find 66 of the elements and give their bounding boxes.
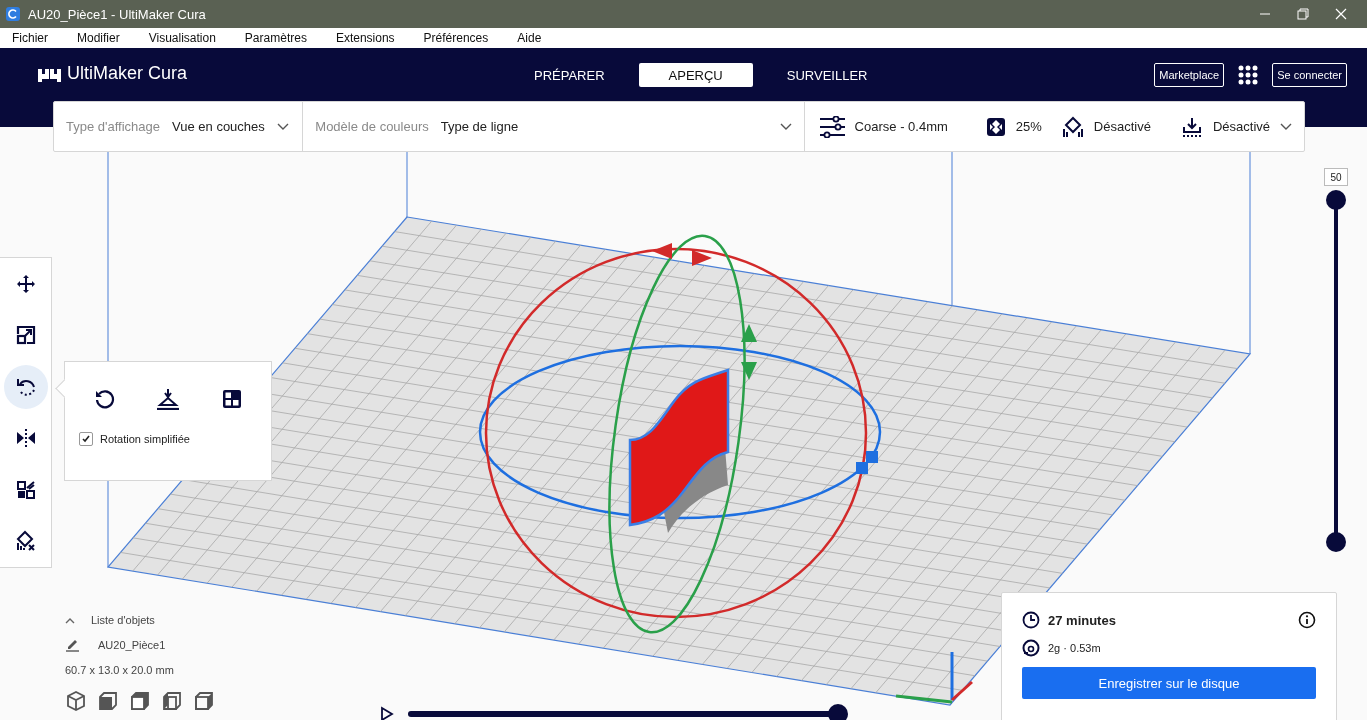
top-view-icon[interactable]: [129, 690, 151, 712]
checkbox-label: Rotation simplifiée: [100, 433, 190, 445]
slider-handle[interactable]: [828, 704, 848, 720]
support-icon: [1061, 115, 1084, 138]
save-button[interactable]: Enregistrer sur le disque: [1022, 667, 1316, 699]
stage-tab[interactable]: SURVEILLER: [764, 63, 890, 87]
marketplace-button[interactable]: Marketplace: [1154, 63, 1225, 87]
menu-item[interactable]: Préférences: [415, 31, 497, 45]
stage-tab[interactable]: APERÇU: [638, 63, 753, 87]
front-view-icon[interactable]: [97, 690, 119, 712]
close-icon[interactable]: [1335, 8, 1347, 20]
clock-icon: [1022, 611, 1040, 629]
spool-icon: [1022, 639, 1040, 657]
menu-item[interactable]: Visualisation: [140, 31, 224, 45]
chevron-icon[interactable]: [65, 616, 75, 624]
lay-flat-icon[interactable]: [156, 388, 180, 410]
app-logo-text: UltiMaker Cura: [67, 63, 188, 84]
adhesion-icon: [1180, 115, 1203, 138]
profile-text: Coarse - 0.4mm: [854, 119, 948, 134]
left-view-icon[interactable]: [161, 690, 183, 712]
reset-icon[interactable]: [93, 388, 115, 410]
move-icon: [15, 273, 36, 294]
support-text: Désactivé: [1093, 119, 1151, 134]
support-blocker-icon: [14, 530, 37, 553]
chevron-icon: [779, 122, 792, 131]
window-title: AU20_Pièce1 - UltiMaker Cura: [28, 6, 206, 22]
right-view-icon[interactable]: [193, 690, 215, 712]
object-name[interactable]: AU20_Pièce1: [98, 639, 166, 651]
layer-value: 50: [1324, 168, 1348, 186]
slider-handle[interactable]: [1326, 190, 1346, 210]
infill-icon: [985, 116, 1006, 137]
adhesion-text: Désactivé: [1212, 119, 1270, 134]
stage-tab[interactable]: PRÉPARER: [512, 63, 627, 87]
object-dimensions: 60.7 x 13.0 x 20.0 mm: [65, 664, 175, 676]
play-icon[interactable]: [380, 706, 394, 720]
material-usage: 2g · 0.53m: [1048, 642, 1101, 654]
cube-view-icon[interactable]: [65, 690, 87, 712]
view-type-label: Type d'affichage: [66, 119, 161, 134]
mirror-icon: [14, 428, 37, 449]
expand-icon[interactable]: [1280, 122, 1292, 131]
infill-text: 25%: [1015, 119, 1042, 134]
sign-in-button[interactable]: Se connecter: [1272, 63, 1347, 87]
chevron-icon: [276, 122, 289, 131]
select-face-icon[interactable]: [221, 388, 243, 410]
pencil-icon: [65, 638, 80, 652]
menu-item[interactable]: Modifier: [69, 31, 128, 45]
menu-item[interactable]: Aide: [509, 31, 550, 45]
color-scheme-label: Modèle de couleurs: [315, 119, 429, 134]
object-list-title[interactable]: Liste d'objets: [91, 614, 155, 626]
slider-handle[interactable]: [1326, 532, 1346, 552]
app-icon: [6, 7, 20, 21]
apps-grid-icon[interactable]: [1238, 65, 1259, 85]
color-scheme-dropdown[interactable]: Type de ligne: [440, 119, 792, 134]
view-type-dropdown[interactable]: Vue en couches: [172, 119, 289, 134]
layer-slider[interactable]: [1326, 190, 1346, 552]
menu-item[interactable]: Fichier: [4, 31, 56, 45]
sliders-icon: [818, 115, 845, 138]
scale-icon: [15, 325, 36, 346]
checkbox[interactable]: [79, 432, 93, 446]
menu-item[interactable]: Paramètres: [236, 31, 315, 45]
playback-slider[interactable]: [408, 704, 848, 720]
per-model-settings-icon: [15, 479, 36, 500]
info-icon[interactable]: [1298, 611, 1316, 629]
print-time: 27 minutes: [1048, 612, 1117, 628]
menu-item[interactable]: Extensions: [327, 31, 403, 45]
restore-icon[interactable]: [1297, 8, 1309, 20]
